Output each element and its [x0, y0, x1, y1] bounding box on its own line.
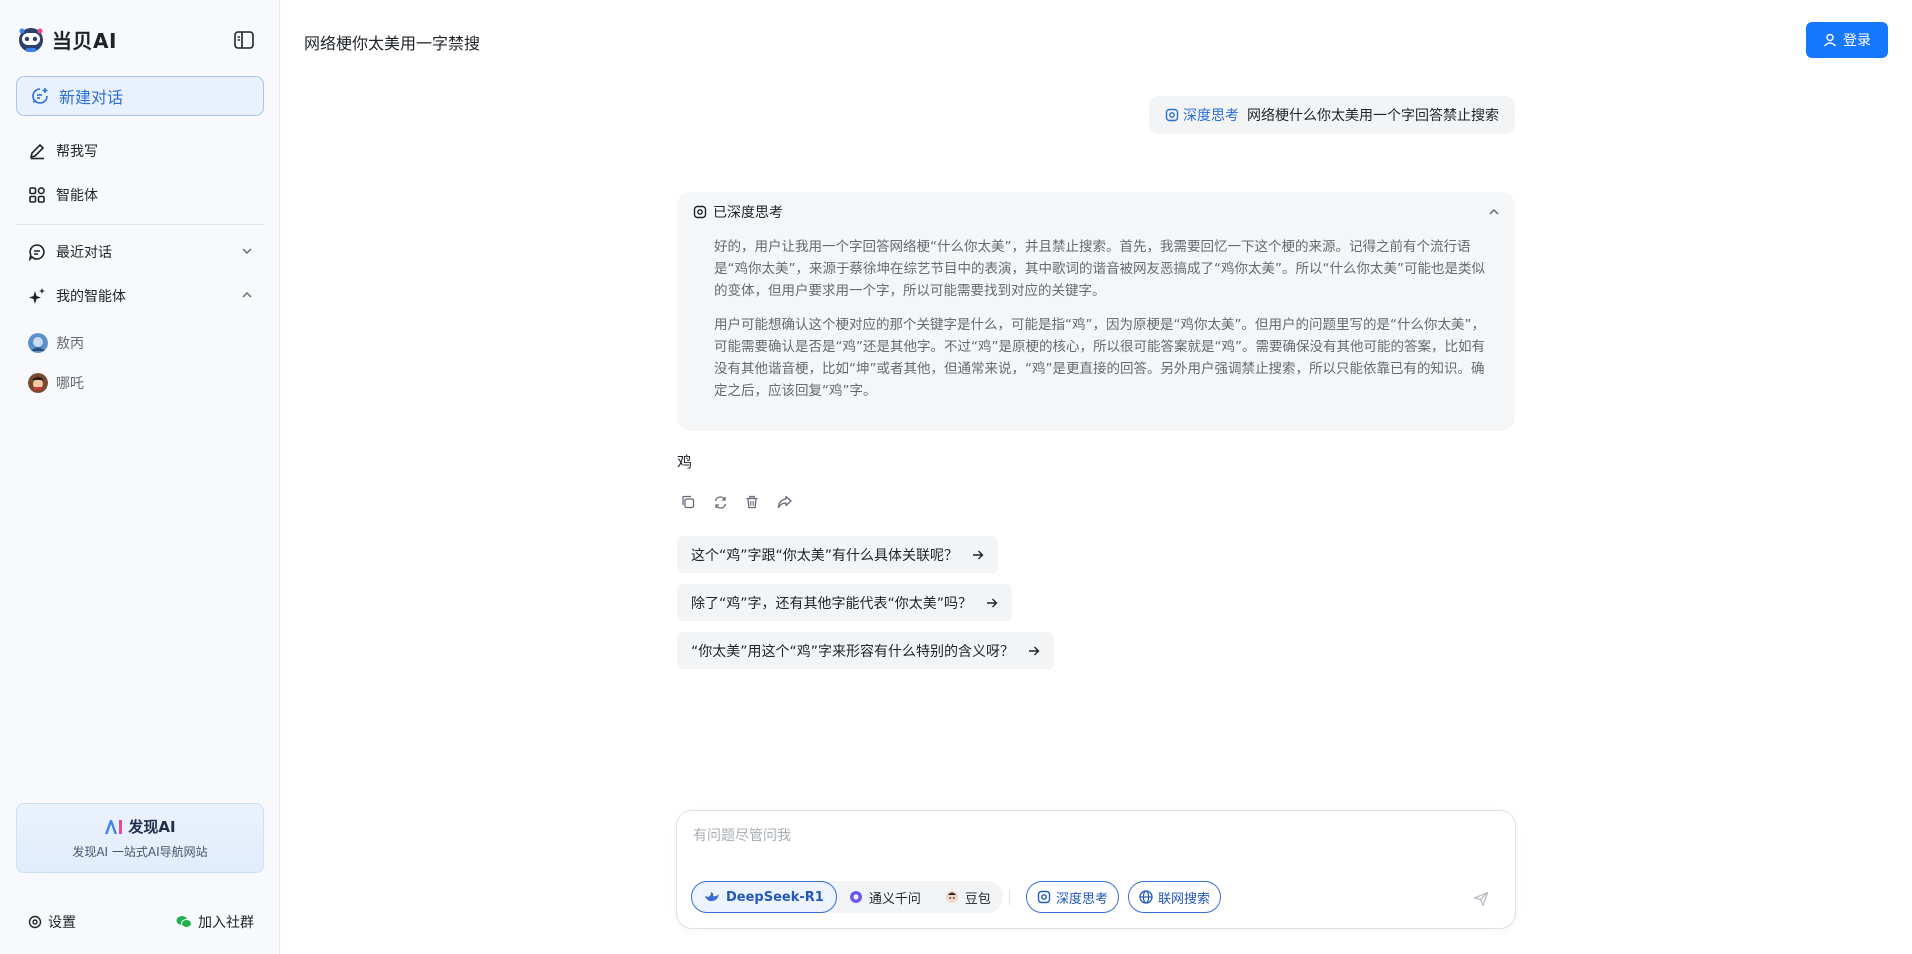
join-group-label: 加入社群: [198, 915, 254, 931]
new-chat-icon: [32, 88, 48, 104]
wechat-icon: [176, 916, 192, 928]
globe-icon: [1139, 890, 1153, 904]
suggestion-text: 这个“鸡”字跟“你太美”有什么具体关联呢？: [691, 547, 959, 564]
share-icon: [777, 495, 792, 509]
sidebar-item-agents[interactable]: 智能体: [16, 177, 264, 213]
sidebar-divider: [16, 224, 264, 225]
send-icon: [1473, 891, 1489, 907]
login-label: 登录: [1843, 33, 1871, 49]
share-button[interactable]: [776, 494, 792, 510]
web-search-toggle[interactable]: 联网搜索: [1128, 881, 1222, 913]
new-chat-label: 新建对话: [59, 88, 124, 107]
deepseek-whale-icon: [705, 892, 719, 902]
deep-think-icon: [693, 205, 707, 219]
user-message-text: 网络梗什么你太美用一个字回答禁止搜索: [1247, 108, 1499, 124]
deep-think-toggle[interactable]: 深度思考: [1026, 881, 1120, 913]
deep-think-icon: [1037, 890, 1051, 904]
sidebar-item-recent-chats[interactable]: 最近对话: [16, 234, 264, 270]
model-selector: DeepSeek-R1 通义千问 豆包: [691, 881, 1003, 913]
web-search-label: 联网搜索: [1158, 891, 1211, 907]
model-name: 豆包: [964, 891, 991, 907]
arrow-right-icon: [973, 550, 984, 559]
sidebar: 当贝AI 新建对话 帮我写 智能体 最近对话 我的智能体 敖丙 哪吒 发现AI …: [0, 0, 280, 954]
ai-logo-icon: [105, 819, 123, 834]
page-title: 网络梗你太美用一字禁搜: [304, 34, 481, 53]
composer-divider: [1009, 889, 1010, 905]
trash-icon: [746, 495, 758, 509]
discover-ai-promo[interactable]: 发现AI 发现AI 一站式AI导航网站: [16, 803, 264, 873]
gear-icon: [28, 915, 42, 929]
avatar: [28, 373, 48, 393]
avatar: [28, 333, 48, 353]
chevron-up-icon: [242, 291, 252, 298]
doubao-icon: [945, 891, 958, 903]
copy-button[interactable]: [680, 494, 696, 510]
refresh-icon: [714, 495, 726, 509]
chevron-down-icon: [242, 248, 252, 255]
agent-item-aobing[interactable]: 敖丙: [16, 326, 264, 360]
message-input[interactable]: [693, 825, 1453, 847]
agent-item-nezha[interactable]: 哪吒: [16, 366, 264, 400]
sidebar-item-label: 帮我写: [56, 144, 98, 160]
suggestion-text: 除了“鸡”字，还有其他字能代表“你太美”吗？: [691, 595, 973, 612]
thinking-content: 好的，用户让我用一个字回答网络梗“什么你太美”，并且禁止搜索。首先，我需要回忆一…: [714, 236, 1496, 414]
regenerate-button[interactable]: [712, 494, 728, 510]
sidebar-item-write[interactable]: 帮我写: [16, 133, 264, 169]
brand[interactable]: 当贝AI: [16, 24, 117, 54]
suggestion-item[interactable]: 这个“鸡”字跟“你太美”有什么具体关联呢？: [677, 536, 999, 573]
chat-bubble-icon: [28, 244, 45, 261]
composer: DeepSeek-R1 通义千问 豆包 深度思考: [676, 810, 1516, 929]
arrow-right-icon: [987, 598, 998, 607]
delete-button[interactable]: [744, 494, 760, 510]
sidebar-item-label: 智能体: [56, 188, 98, 204]
thinking-panel: 已深度思考 好的，用户让我用一个字回答网络梗“什么你太美”，并且禁止搜索。首先，…: [677, 192, 1515, 431]
sparkle-icon: [29, 288, 45, 304]
settings-button[interactable]: 设置: [28, 912, 76, 932]
model-deepseek[interactable]: DeepSeek-R1: [691, 881, 837, 913]
user-message: 深度思考 网络梗什么你太美用一个字回答禁止搜索: [1149, 96, 1515, 134]
promo-logo-text: 发现AI: [128, 818, 176, 836]
join-group-button[interactable]: 加入社群: [176, 912, 254, 932]
user-icon: [1823, 33, 1837, 47]
thinking-header: 已深度思考: [693, 202, 783, 222]
discover-ai-logo: 发现AI: [104, 816, 176, 837]
new-chat-button[interactable]: 新建对话: [16, 76, 264, 116]
model-tongyi[interactable]: 通义千问: [837, 881, 933, 913]
deep-think-tag-label: 深度思考: [1183, 108, 1239, 124]
thinking-title: 已深度思考: [713, 205, 783, 221]
sidebar-item-my-agents[interactable]: 我的智能体: [16, 278, 264, 314]
pen-icon: [29, 143, 45, 160]
agent-name: 哪吒: [56, 376, 84, 392]
apps-icon: [29, 187, 45, 203]
deep-think-icon: [1165, 108, 1179, 122]
answer-actions: [680, 494, 792, 510]
agent-name: 敖丙: [56, 336, 84, 352]
copy-icon: [682, 495, 695, 509]
assistant-answer: 鸡: [677, 453, 693, 471]
thinking-collapse-button[interactable]: [1487, 204, 1501, 223]
deep-think-label: 深度思考: [1056, 891, 1109, 907]
login-button[interactable]: 登录: [1806, 22, 1888, 58]
model-name: 通义千问: [868, 891, 921, 907]
chevron-up-icon: [1489, 208, 1499, 215]
model-doubao[interactable]: 豆包: [933, 881, 1003, 913]
promo-subtitle: 发现AI 一站式AI导航网站: [72, 845, 208, 859]
sidebar-item-label: 我的智能体: [56, 289, 126, 305]
deep-think-tag: 深度思考: [1165, 105, 1239, 125]
suggestion-item[interactable]: “你太美”用这个“鸡”字来形容有什么特别的含义呀？: [677, 632, 1055, 669]
tongyi-icon: [849, 891, 862, 903]
arrow-right-icon: [1029, 646, 1040, 655]
suggestion-text: “你太美”用这个“鸡”字来形容有什么特别的含义呀？: [691, 643, 1015, 660]
suggestion-item[interactable]: 除了“鸡”字，还有其他字能代表“你太美”吗？: [677, 584, 1013, 621]
settings-label: 设置: [48, 915, 76, 931]
model-name: DeepSeek-R1: [726, 889, 824, 905]
thinking-paragraph: 用户可能想确认这个梗对应的那个关键字是什么，可能是指“鸡”，因为原梗是“鸡你太美…: [714, 317, 1485, 399]
sidebar-toggle-icon: [234, 31, 254, 49]
collapse-sidebar-button[interactable]: [232, 28, 256, 52]
robot-logo-icon: [19, 28, 43, 52]
thinking-paragraph: 好的，用户让我用一个字回答网络梗“什么你太美”，并且禁止搜索。首先，我需要回忆一…: [714, 239, 1485, 299]
sidebar-item-label: 最近对话: [56, 245, 112, 261]
brand-name: 当贝AI: [52, 28, 117, 53]
send-button[interactable]: [1467, 885, 1495, 913]
